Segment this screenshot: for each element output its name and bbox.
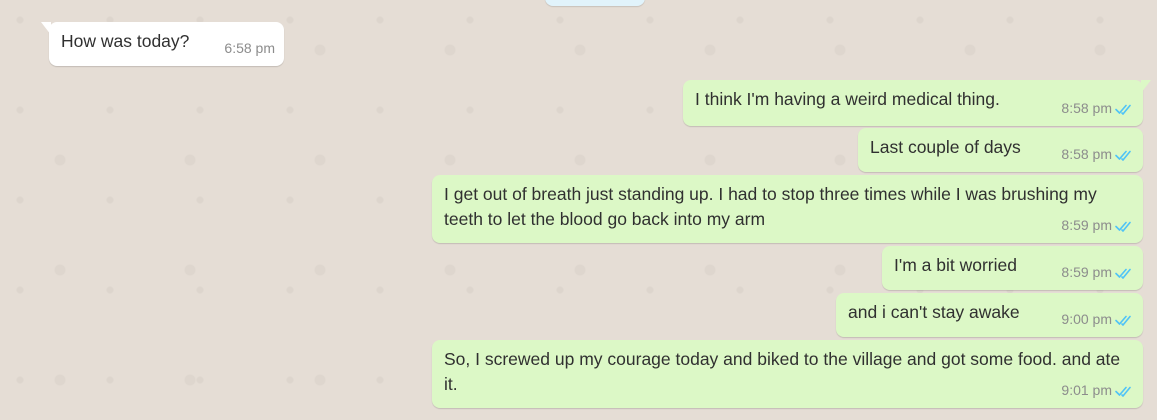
message-text: So, I screwed up my courage today and bi… bbox=[444, 349, 1126, 394]
message-meta: 8:58 pm bbox=[1061, 142, 1134, 167]
message-bubble-outgoing[interactable]: So, I screwed up my courage today and bi… bbox=[432, 340, 1143, 408]
double-check-icon bbox=[1115, 150, 1131, 161]
message-time: 8:58 pm bbox=[1061, 100, 1112, 116]
bubble-tail bbox=[1141, 80, 1151, 93]
message-meta: 8:59 pm bbox=[1061, 213, 1134, 238]
double-check-icon bbox=[1115, 315, 1131, 326]
message-bubble-outgoing[interactable]: Last couple of days 8:58 pm bbox=[858, 128, 1143, 172]
message-meta: 6:58 pm bbox=[224, 36, 275, 61]
message-time: 6:58 pm bbox=[224, 40, 275, 56]
message-meta: 8:58 pm bbox=[1061, 96, 1134, 121]
double-check-icon bbox=[1115, 386, 1131, 397]
message-meta: 9:01 pm bbox=[1061, 378, 1134, 403]
bubble-tail bbox=[41, 22, 51, 35]
message-text: I get out of breath just standing up. I … bbox=[444, 184, 1102, 229]
message-time: 8:59 pm bbox=[1061, 264, 1112, 280]
message-bubble-outgoing[interactable]: I'm a bit worried 8:59 pm bbox=[882, 246, 1143, 290]
double-check-icon bbox=[1115, 104, 1131, 115]
double-check-icon bbox=[1115, 221, 1131, 232]
date-divider-pill bbox=[545, 0, 645, 6]
message-bubble-outgoing[interactable]: and i can't stay awake 9:00 pm bbox=[836, 293, 1143, 337]
message-meta: 8:59 pm bbox=[1061, 260, 1134, 285]
message-meta: 9:00 pm bbox=[1061, 307, 1134, 332]
message-bubble-incoming[interactable]: How was today? 6:58 pm bbox=[41, 22, 284, 66]
message-bubble-outgoing[interactable]: I think I'm having a weird medical thing… bbox=[683, 80, 1151, 126]
message-time: 9:00 pm bbox=[1061, 311, 1112, 327]
message-time: 9:01 pm bbox=[1061, 382, 1112, 398]
message-time: 8:58 pm bbox=[1061, 146, 1112, 162]
message-time: 8:59 pm bbox=[1061, 217, 1112, 233]
double-check-icon bbox=[1115, 268, 1131, 279]
message-bubble-outgoing[interactable]: I get out of breath just standing up. I … bbox=[432, 175, 1143, 243]
